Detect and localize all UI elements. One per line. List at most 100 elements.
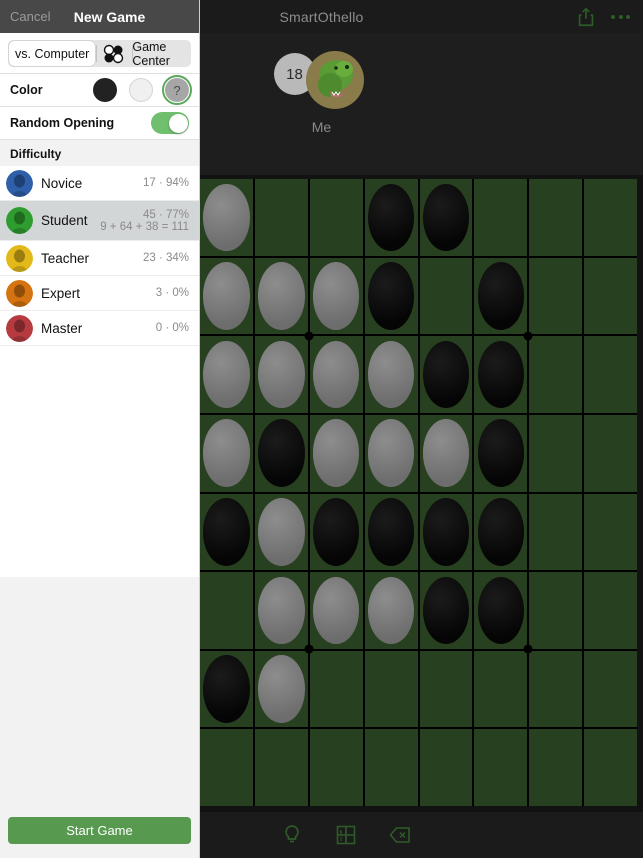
difficulty-item-expert[interactable]: Expert 3 · 0% (0, 276, 199, 311)
segment-game-center[interactable]: Game Center (132, 40, 191, 67)
board-cell[interactable] (584, 493, 637, 571)
hint-lightbulb-icon[interactable] (280, 823, 304, 847)
board-cell[interactable] (474, 650, 528, 728)
board-cell[interactable] (584, 179, 637, 256)
color-option-white[interactable] (129, 78, 153, 102)
board-cell[interactable] (364, 493, 418, 571)
board-cell[interactable] (364, 414, 418, 492)
board-cell[interactable] (474, 179, 528, 256)
board-cell[interactable] (200, 336, 253, 413)
othello-board[interactable] (200, 179, 637, 806)
mode-segmented-control[interactable]: vs. Computer Game Center (8, 40, 191, 67)
board-cell[interactable] (474, 572, 528, 649)
board-cell[interactable] (254, 336, 308, 413)
board-cell[interactable] (254, 257, 308, 335)
difficulty-label: Novice (41, 175, 83, 191)
color-label: Color (10, 83, 43, 97)
board-cell[interactable] (474, 729, 528, 806)
board-cell[interactable] (364, 572, 418, 649)
difficulty-item-novice[interactable]: Novice 17 · 94% (0, 166, 199, 201)
board-numbers-icon[interactable] (334, 823, 358, 847)
segment-vs-computer[interactable]: vs. Computer (9, 41, 96, 66)
board-cell[interactable] (364, 336, 418, 413)
board-cell[interactable] (200, 650, 253, 728)
color-option-black[interactable] (93, 78, 117, 102)
board-cell[interactable] (474, 336, 528, 413)
toggle-knob (168, 113, 188, 133)
board-cell[interactable] (200, 729, 253, 806)
board-cell[interactable] (584, 414, 637, 492)
board-cell[interactable] (200, 179, 253, 256)
board-cell[interactable] (419, 729, 473, 806)
disc-white (312, 576, 360, 645)
board-cell[interactable] (200, 572, 253, 649)
difficulty-item-teacher[interactable]: Teacher 23 · 34% (0, 241, 199, 276)
board-cell[interactable] (419, 650, 473, 728)
board-cell[interactable] (254, 650, 308, 728)
board-cell[interactable] (309, 336, 363, 413)
color-option-random[interactable]: ? (162, 75, 192, 105)
board-cell[interactable] (529, 414, 583, 492)
color-choices: ? (93, 75, 192, 105)
difficulty-item-master[interactable]: Master 0 · 0% (0, 311, 199, 346)
difficulty-stats-main: 17 · 94% (142, 177, 189, 189)
difficulty-stats: 3 · 0% (156, 287, 189, 299)
random-opening-toggle[interactable] (151, 112, 189, 134)
board-cell[interactable] (529, 729, 583, 806)
board-cell[interactable] (529, 336, 583, 413)
board-cell[interactable] (309, 650, 363, 728)
cancel-button[interactable]: Cancel (10, 9, 50, 24)
board-cell[interactable] (309, 493, 363, 571)
board-cell[interactable] (200, 257, 253, 335)
board-cell[interactable] (309, 572, 363, 649)
board-star-point (304, 644, 314, 654)
start-game-button[interactable]: Start Game (8, 817, 191, 844)
segment-two-players[interactable] (96, 40, 132, 67)
board-cell[interactable] (200, 493, 253, 571)
board-cell[interactable] (419, 493, 473, 571)
board-cell[interactable] (584, 257, 637, 335)
board-cell[interactable] (254, 729, 308, 806)
board-cell[interactable] (474, 257, 528, 335)
board-cell[interactable] (529, 650, 583, 728)
disc-white (203, 340, 250, 409)
board-cell[interactable] (529, 493, 583, 571)
board-cell[interactable] (364, 257, 418, 335)
board-cell[interactable] (419, 414, 473, 492)
board-cell[interactable] (474, 414, 528, 492)
board-cell[interactable] (364, 729, 418, 806)
board-cell[interactable] (419, 572, 473, 649)
board-cell[interactable] (584, 729, 637, 806)
board-cell[interactable] (584, 336, 637, 413)
random-opening-row: Random Opening (0, 106, 199, 139)
share-icon[interactable] (575, 6, 597, 28)
disc-white (258, 262, 305, 330)
board-cell[interactable] (529, 257, 583, 335)
board-cell[interactable] (200, 414, 253, 492)
difficulty-avatar (6, 169, 33, 197)
board-cell[interactable] (309, 257, 363, 335)
board-cell[interactable] (309, 729, 363, 806)
board-cell[interactable] (254, 414, 308, 492)
undo-delete-icon[interactable] (388, 823, 412, 847)
difficulty-item-student[interactable]: Student 45 · 77% 9 + 64 + 38 = 111 (0, 201, 199, 241)
board-cell[interactable] (364, 650, 418, 728)
board-cell[interactable] (254, 179, 308, 256)
board-cell[interactable] (309, 414, 363, 492)
board-cell[interactable] (419, 336, 473, 413)
board-cell[interactable] (474, 493, 528, 571)
board-cell[interactable] (529, 572, 583, 649)
board-cell[interactable] (419, 257, 473, 335)
board-cell[interactable] (529, 179, 583, 256)
board-cell[interactable] (584, 572, 637, 649)
board-cell[interactable] (419, 179, 473, 256)
more-options-icon[interactable] (611, 6, 633, 28)
board-cell[interactable] (254, 493, 308, 571)
dinosaur-avatar[interactable] (305, 51, 364, 109)
board-cell[interactable] (254, 572, 308, 649)
board-cell[interactable] (364, 179, 418, 256)
random-opening-label: Random Opening (10, 116, 115, 130)
board-cell[interactable] (584, 650, 637, 728)
board-cell[interactable] (309, 179, 363, 256)
color-row: Color ? (0, 73, 199, 106)
